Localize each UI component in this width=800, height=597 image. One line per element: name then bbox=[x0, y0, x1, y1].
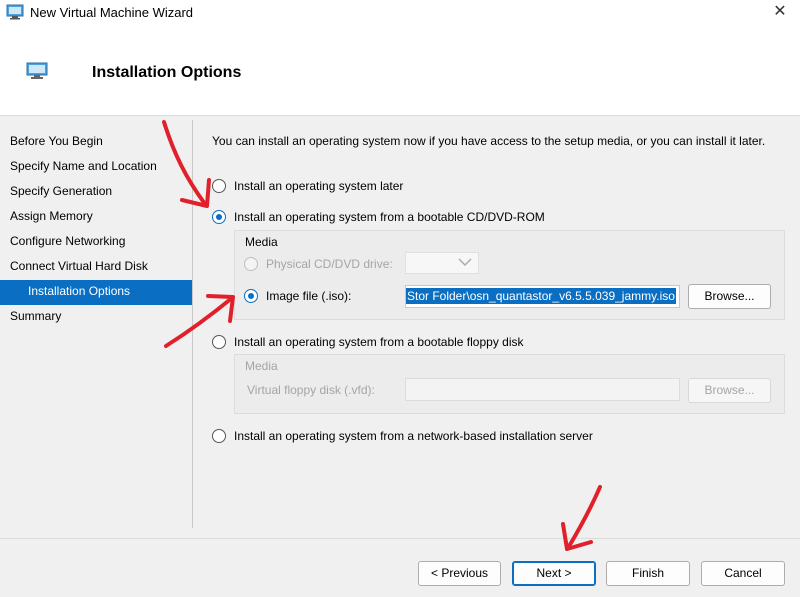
nav-item-before-you-begin[interactable]: Before You Begin bbox=[0, 130, 192, 155]
chevron-down-icon bbox=[458, 258, 472, 267]
option-install-floppy[interactable]: Install an operating system from a boota… bbox=[212, 333, 524, 351]
radio-button[interactable] bbox=[212, 179, 226, 193]
option-install-later[interactable]: Install an operating system later bbox=[212, 177, 403, 195]
content-area: You can install an operating system now … bbox=[212, 134, 787, 149]
page-header: Installation Options bbox=[0, 26, 800, 116]
vfd-label: Virtual floppy disk (.vfd): bbox=[247, 383, 375, 397]
option-image-file[interactable]: Image file (.iso): bbox=[244, 287, 351, 305]
nav-item-summary[interactable]: Summary bbox=[0, 305, 192, 330]
physical-drive-label: Physical CD/DVD drive: bbox=[266, 257, 393, 271]
nav-item-specify-generation[interactable]: Specify Generation bbox=[0, 180, 192, 205]
radio-button[interactable] bbox=[212, 429, 226, 443]
radio-button-disabled bbox=[244, 257, 258, 271]
radio-button[interactable] bbox=[212, 335, 226, 349]
group-title: Media bbox=[245, 359, 278, 373]
nav-divider bbox=[192, 120, 193, 528]
nav-item-connect-vhd[interactable]: Connect Virtual Hard Disk bbox=[0, 255, 192, 280]
title-bar: New Virtual Machine Wizard ✕ bbox=[0, 0, 800, 26]
radio-button-selected[interactable] bbox=[212, 210, 226, 224]
option-physical-drive: Physical CD/DVD drive: bbox=[244, 255, 393, 273]
close-button[interactable]: ✕ bbox=[760, 0, 800, 26]
browse-vfd-button: Browse... bbox=[688, 378, 771, 403]
previous-button[interactable]: < Previous bbox=[418, 561, 501, 586]
browse-iso-button[interactable]: Browse... bbox=[688, 284, 771, 309]
nav-item-configure-networking[interactable]: Configure Networking bbox=[0, 230, 192, 255]
option-label: Install an operating system later bbox=[234, 179, 404, 193]
finish-button[interactable]: Finish bbox=[606, 561, 690, 586]
option-label: Install an operating system from a boota… bbox=[234, 210, 545, 224]
cancel-button[interactable]: Cancel bbox=[701, 561, 785, 586]
option-install-cd-dvd[interactable]: Install an operating system from a boota… bbox=[212, 208, 545, 226]
next-button[interactable]: Next > bbox=[512, 561, 596, 586]
option-label: Install an operating system from a netwo… bbox=[234, 429, 593, 443]
option-label: Install an operating system from a boota… bbox=[234, 335, 524, 349]
image-file-input[interactable]: Stor Folder\osn_quantastor_v6.5.5.039_ja… bbox=[405, 285, 680, 308]
image-file-label: Image file (.iso): bbox=[266, 289, 352, 303]
option-install-network[interactable]: Install an operating system from a netwo… bbox=[212, 427, 593, 445]
nav-item-installation-options[interactable]: Installation Options bbox=[0, 280, 192, 305]
nav-item-specify-name[interactable]: Specify Name and Location bbox=[0, 155, 192, 180]
group-title: Media bbox=[245, 235, 278, 249]
monitor-icon bbox=[26, 62, 48, 79]
annotation-arrow-next bbox=[561, 485, 602, 551]
page-title: Installation Options bbox=[92, 64, 242, 81]
image-file-path: Stor Folder\osn_quantastor_v6.5.5.039_ja… bbox=[406, 288, 676, 304]
monitor-icon bbox=[6, 4, 24, 20]
footer-divider bbox=[0, 538, 800, 539]
intro-text: You can install an operating system now … bbox=[212, 134, 766, 148]
nav-item-assign-memory[interactable]: Assign Memory bbox=[0, 205, 192, 230]
wizard-steps-nav: Before You Begin Specify Name and Locati… bbox=[0, 130, 192, 330]
radio-button-selected[interactable] bbox=[244, 289, 258, 303]
vfd-input bbox=[405, 378, 680, 401]
window-title: New Virtual Machine Wizard bbox=[30, 5, 194, 20]
physical-drive-select bbox=[405, 252, 479, 274]
